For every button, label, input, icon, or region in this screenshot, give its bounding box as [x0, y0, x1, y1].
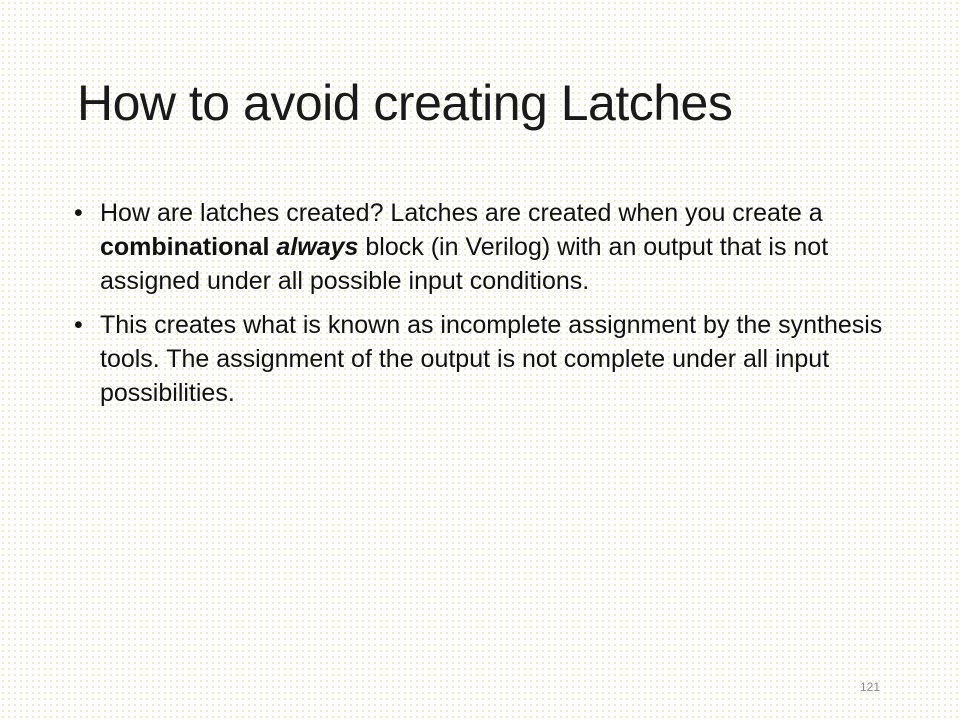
bullet-text: This creates what is known as incomplete…: [100, 311, 883, 407]
bullet-list: • How are latches created? Latches are c…: [74, 196, 904, 420]
page-number: 121: [860, 680, 881, 694]
slide-title: How to avoid creating Latches: [77, 75, 733, 131]
bullet-icon: •: [74, 199, 83, 227]
bullet-item: • How are latches created? Latches are c…: [74, 196, 904, 298]
bullet-item: • This creates what is known as incomple…: [74, 308, 904, 410]
bold-term: combinational: [100, 233, 270, 261]
bold-italic-term: always: [276, 233, 359, 261]
bullet-text: How are latches created? Latches are cre…: [100, 199, 823, 227]
bullet-icon: •: [74, 311, 83, 339]
